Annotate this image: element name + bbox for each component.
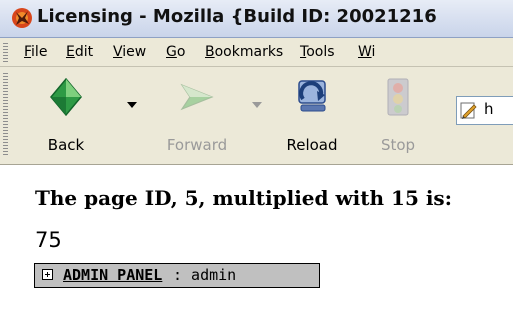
toolbar-grip[interactable] (3, 73, 8, 155)
forward-arrow-icon (180, 83, 214, 111)
url-field[interactable]: h (456, 96, 513, 125)
reload-button[interactable]: Reload (270, 67, 354, 165)
menu-edit[interactable]: Edit (66, 44, 93, 60)
expand-icon[interactable] (42, 269, 53, 280)
menu-tools[interactable]: Tools (300, 44, 335, 60)
stop-label: Stop (380, 136, 416, 154)
back-button[interactable]: Back (18, 67, 114, 165)
back-arrow-icon (50, 77, 82, 117)
menu-go[interactable]: Go (166, 44, 185, 60)
forward-button[interactable]: Forward (152, 67, 242, 165)
mozilla-icon (12, 8, 32, 28)
back-label: Back (47, 136, 85, 154)
admin-user-text: : admin (173, 266, 237, 284)
forward-dropdown-icon (252, 102, 262, 108)
stop-button: Stop (358, 67, 438, 165)
menubar-grip[interactable] (3, 43, 8, 62)
navigation-toolbar: Back Forward Reload Stop h (0, 67, 513, 165)
page-content: The page ID, 5, multiplied with 15 is: 7… (0, 166, 513, 324)
reload-label: Reload (286, 136, 338, 154)
menu-view[interactable]: View (113, 44, 146, 60)
stop-icon (387, 78, 409, 116)
url-text: h (484, 100, 494, 118)
forward-label: Forward (166, 136, 228, 154)
window-title: Licensing - Mozilla {Build ID: 20021216 (37, 6, 437, 27)
title-bar: Licensing - Mozilla {Build ID: 20021216 (0, 0, 513, 38)
result-value: 75 (35, 228, 62, 252)
back-dropdown-icon[interactable] (127, 102, 137, 108)
page-proxy-icon (460, 102, 477, 119)
admin-panel-bar: ADMIN PANEL : admin (34, 263, 320, 288)
menu-file[interactable]: File (24, 44, 47, 60)
menu-bookmarks[interactable]: Bookmarks (205, 44, 283, 60)
page-heading: The page ID, 5, multiplied with 15 is: (35, 186, 453, 210)
reload-icon (298, 80, 326, 112)
menu-window[interactable]: Wi (358, 44, 375, 60)
menu-bar: File Edit View Go Bookmarks Tools Wi (0, 38, 513, 67)
admin-panel-link[interactable]: ADMIN PANEL (63, 266, 162, 284)
